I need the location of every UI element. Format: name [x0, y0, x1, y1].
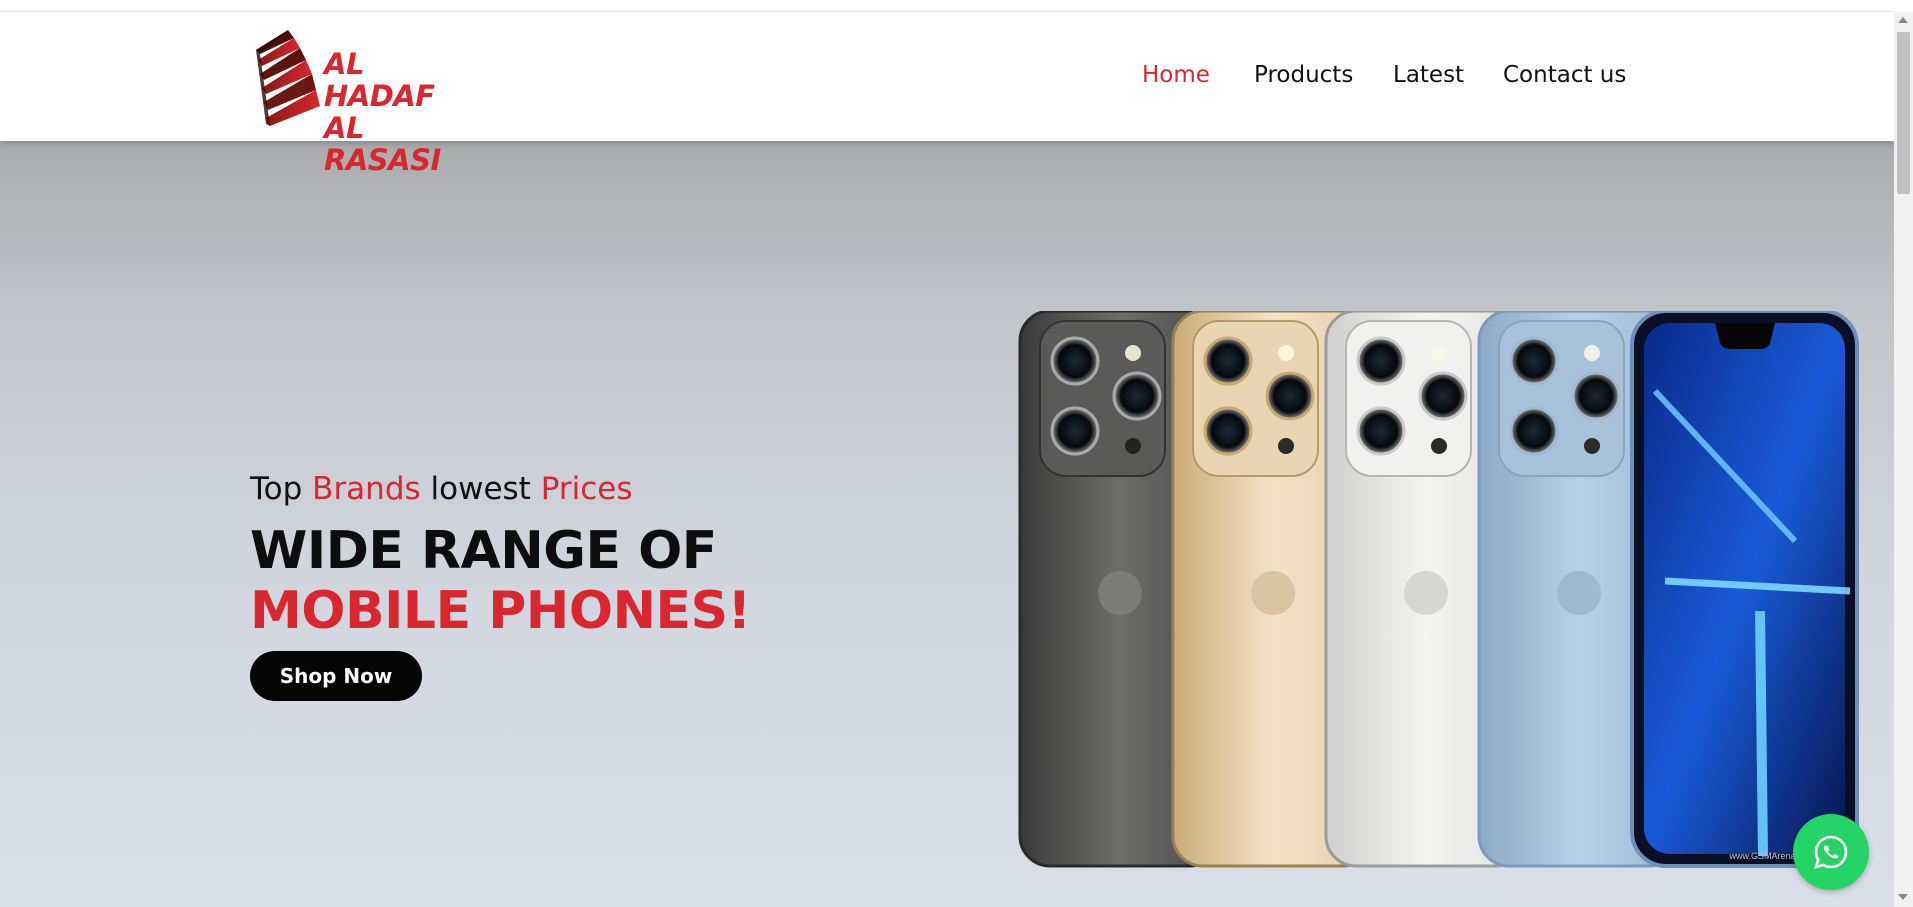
tagline-prices: Prices: [540, 471, 633, 507]
scroll-up-arrow-icon[interactable]: [1898, 17, 1908, 23]
tagline-lowest: lowest: [420, 471, 541, 507]
brand-name: AL HADAF AL RASASI: [324, 48, 480, 176]
whatsapp-button[interactable]: [1793, 814, 1869, 890]
tagline-brands: Brands: [312, 471, 421, 507]
shop-now-button[interactable]: Shop Now: [250, 651, 422, 701]
scroll-down-arrow-icon[interactable]: [1898, 894, 1908, 900]
tagline-top: Top: [250, 471, 313, 507]
hero-tagline: Top Brands lowest Prices: [250, 471, 632, 507]
hero-banner: Top Brands lowest Prices WIDE RANGE OF M…: [0, 141, 1894, 907]
whatsapp-icon: [1814, 835, 1848, 869]
nav-products[interactable]: Products: [1254, 62, 1353, 88]
brand-logo[interactable]: AL HADAF AL RASASI: [250, 28, 480, 176]
nav-home[interactable]: Home: [1142, 62, 1210, 88]
headline-mobile-phones: MOBILE PHONES!: [250, 581, 751, 641]
hero-headline: WIDE RANGE OF MOBILE PHONES!: [250, 521, 900, 641]
site-header: AL HADAF AL RASASI Home Products Latest …: [0, 12, 1894, 176]
brand-name-line2: AL RASASI: [324, 111, 441, 177]
nav-latest[interactable]: Latest: [1393, 62, 1464, 88]
top-border: [0, 0, 1894, 12]
brand-name-line1: AL HADAF: [324, 47, 435, 113]
vertical-scrollbar[interactable]: [1894, 12, 1913, 907]
headline-wide-range: WIDE RANGE OF: [250, 521, 717, 581]
phones-row-image: www.GSMArena.com: [1018, 311, 1859, 868]
stacked-stripes-logo-icon: [256, 30, 320, 126]
nav-contact-us[interactable]: Contact us: [1503, 62, 1626, 88]
scroll-thumb[interactable]: [1897, 32, 1910, 194]
